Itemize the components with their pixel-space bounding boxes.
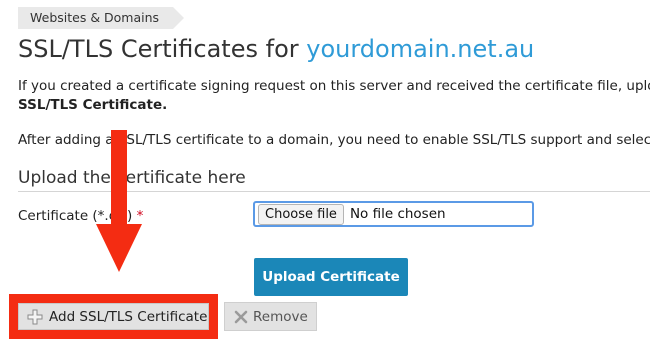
add-ssl-certificate-label: Add SSL/TLS Certificate — [49, 308, 208, 325]
domain-name: yourdomain.net.au — [306, 35, 535, 63]
plus-icon — [27, 309, 43, 325]
file-status-text: No file chosen — [349, 206, 446, 222]
certificate-field-label: Certificate (*.crt) * — [18, 208, 143, 224]
certificate-file-input[interactable]: Choose file No file chosen — [253, 201, 534, 227]
page-title: SSL/TLS Certificates for yourdomain.net.… — [18, 35, 534, 63]
certificate-label-text: Certificate (*.crt) — [18, 208, 133, 224]
choose-file-button[interactable]: Choose file — [258, 203, 344, 225]
remove-label: Remove — [253, 308, 308, 325]
required-mark: * — [136, 208, 144, 224]
intro-line-1-bold: SSL/TLS Certificate. — [18, 97, 168, 113]
x-icon — [234, 310, 248, 324]
page-title-prefix: SSL/TLS Certificates for — [18, 35, 307, 63]
section-divider — [18, 191, 650, 192]
remove-button[interactable]: Remove — [224, 302, 317, 331]
upload-section-title: Upload the certificate here — [18, 168, 246, 188]
upload-certificate-button[interactable]: Upload Certificate — [254, 258, 408, 296]
add-ssl-certificate-button[interactable]: Add SSL/TLS Certificate — [18, 303, 209, 330]
intro-line-1: If you created a certificate signing req… — [18, 78, 650, 94]
intro-line-2: After adding a SSL/TLS certificate to a … — [18, 132, 650, 148]
breadcrumb[interactable]: Websites & Domains — [18, 7, 185, 29]
